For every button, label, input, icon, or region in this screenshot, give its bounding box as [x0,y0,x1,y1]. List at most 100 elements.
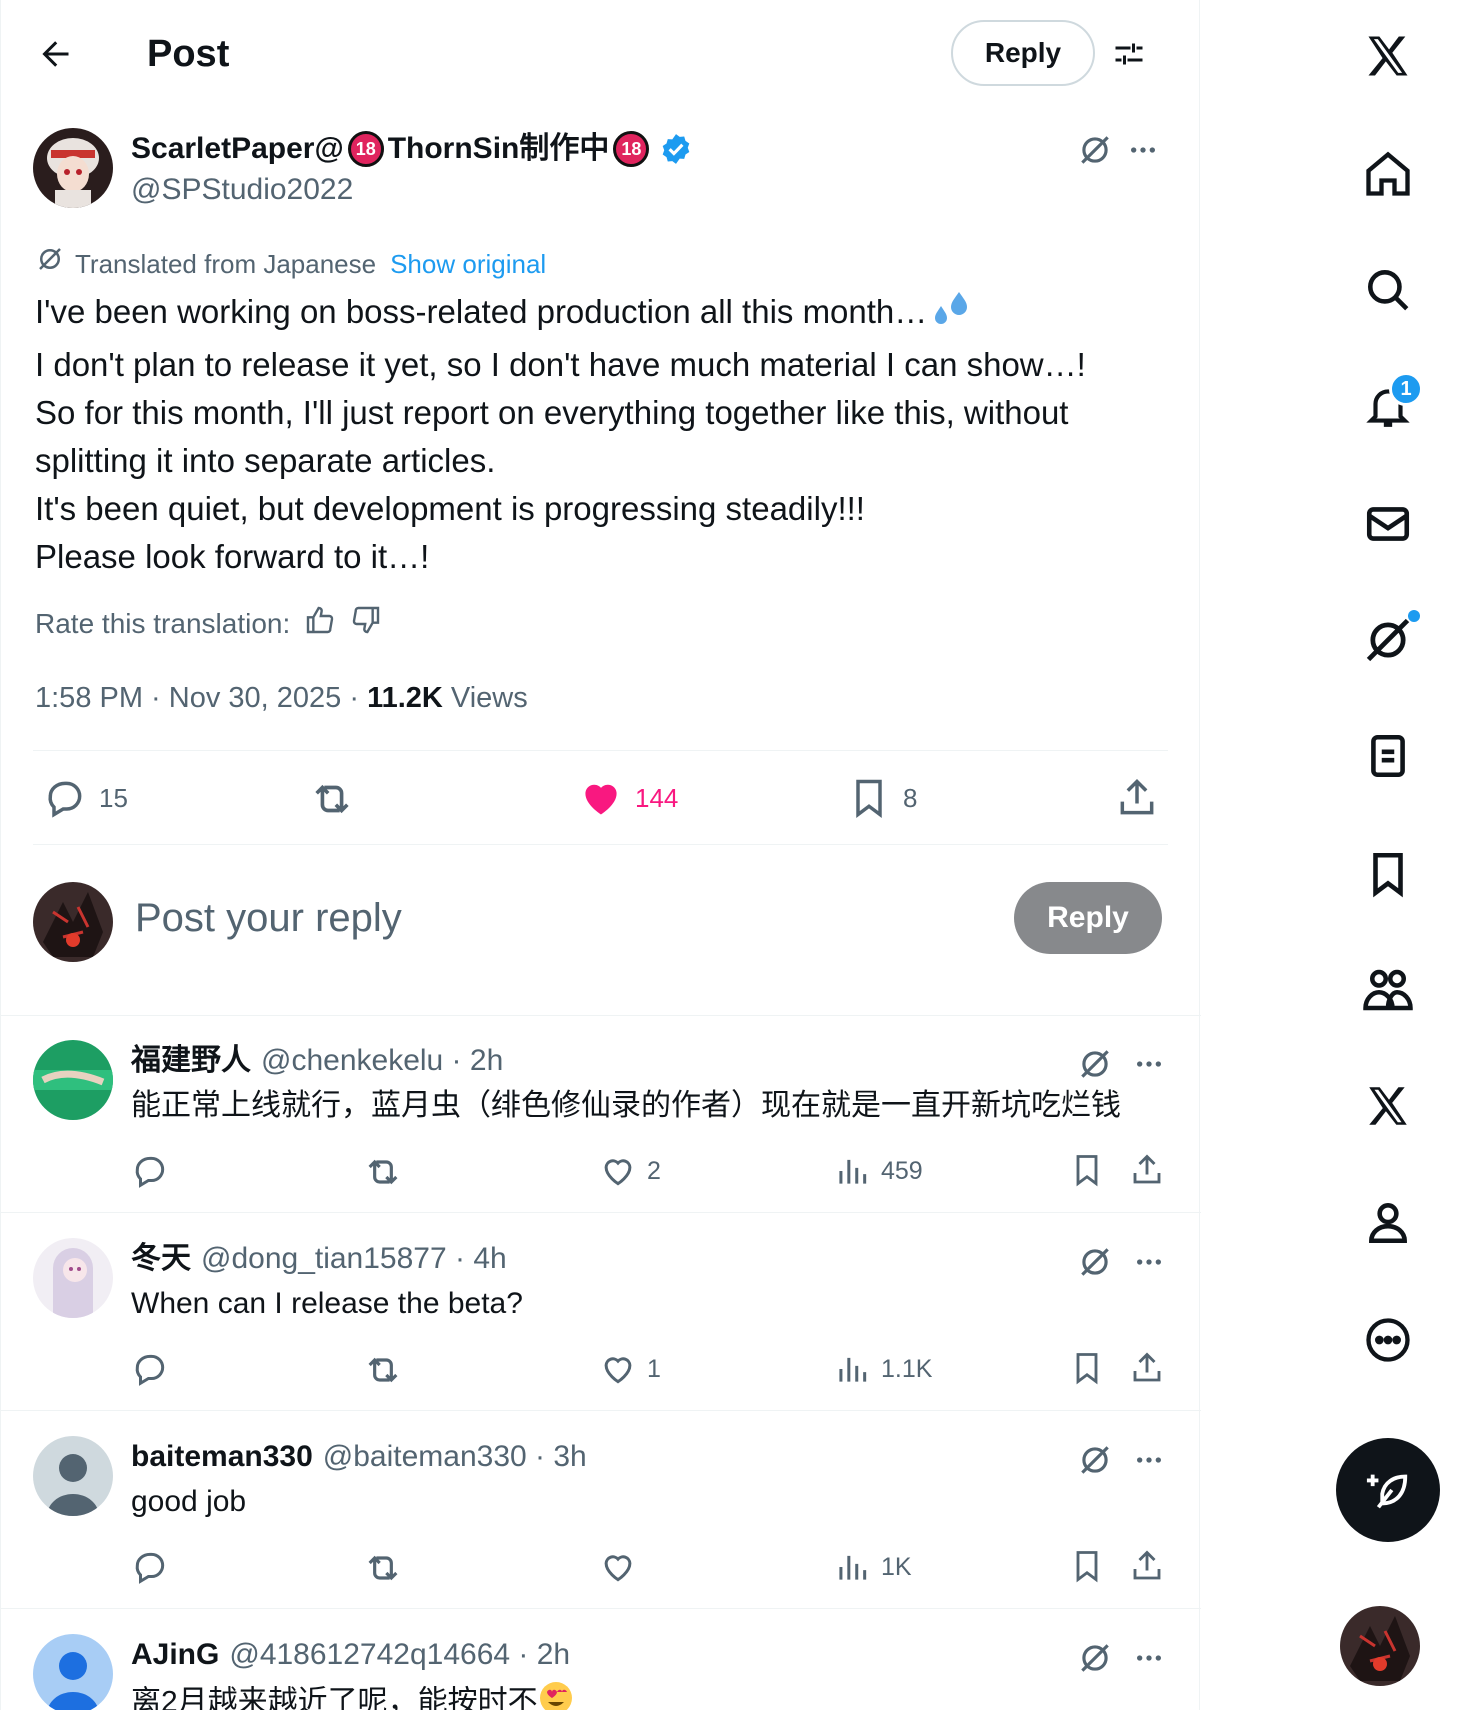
reply-avatar[interactable] [33,1436,113,1516]
thumbs-down-icon[interactable] [350,604,382,643]
reply-meta[interactable]: @baiteman330 · 3h [323,1438,587,1476]
page-title: Post [147,33,230,75]
more-options-icon[interactable] [1127,1240,1171,1284]
header-reply-button[interactable]: Reply [951,20,1095,86]
reply-item[interactable]: AJinG @418612742q14664 · 2h 离2月越来越近了呢，能按… [1,1622,1201,1710]
bookmark-action[interactable]: 8 [847,776,917,820]
more-options-icon[interactable] [1127,128,1159,172]
reply-meta[interactable]: @418612742q14664 · 2h [229,1636,570,1674]
rate-translation: Rate this translation: [35,604,382,643]
reply-action[interactable] [131,1548,169,1586]
bookmark-icon [1076,1551,1098,1583]
reply-actions: 1 1.1K [1,1350,1201,1394]
like-action[interactable]: 144 [579,776,678,820]
author-name-part1: ScarletPaper@ [131,132,344,165]
show-original-link[interactable]: Show original [390,246,546,282]
views-action[interactable]: 1K [833,1548,912,1586]
reply-action[interactable] [131,1350,169,1388]
reply-author-name[interactable]: baiteman330 [131,1438,313,1476]
repost-icon [368,1159,398,1185]
share-icon [1120,779,1154,815]
sliders-icon[interactable] [1105,30,1153,78]
compose-reply-button[interactable]: Reply [1014,882,1162,954]
lists-icon[interactable] [1360,728,1416,784]
reply-avatar[interactable] [33,1040,113,1120]
profile-icon[interactable] [1360,1194,1416,1250]
post-timestamp[interactable]: 1:58 PM · Nov 30, 2025 · [35,682,367,714]
grok-icon[interactable] [1360,612,1416,668]
thumbs-up-icon[interactable] [304,604,336,643]
repost-action[interactable] [363,1350,403,1390]
messages-mail-icon[interactable] [1360,496,1416,552]
bookmark-action[interactable] [1069,1548,1105,1584]
author-name[interactable]: ScarletPaper@ 18 ThornSin制作中 18 [131,130,693,168]
account-avatar[interactable] [1340,1606,1420,1686]
x-logo-icon[interactable] [1360,28,1416,84]
grok-icon[interactable] [1073,1636,1117,1680]
post-line: splitting it into separate articles. [35,442,496,479]
reply-item[interactable]: 福建野人 @chenkekelu · 2h 能正常上线就行，蓝月虫（绯色修仙录的… [1,1028,1201,1211]
reply-author-name[interactable]: 福建野人 [131,1042,251,1080]
reply-author-name[interactable]: AJinG [131,1636,219,1674]
reply-author-name[interactable]: 冬天 [131,1240,191,1278]
reply-text: 能正常上线就行，蓝月虫（绯色修仙录的作者）现在就是一直开新坑吃烂钱 [131,1089,1121,1122]
grok-icon[interactable] [1073,128,1117,172]
reply-item[interactable]: baiteman330 @baiteman330 · 3h good job 1… [1,1424,1201,1607]
share-action[interactable] [1129,1152,1165,1188]
share-action[interactable] [1129,1350,1165,1386]
reply-bubble-icon [135,1552,165,1584]
my-avatar[interactable] [33,882,113,962]
share-icon [1133,1352,1161,1382]
more-options-icon[interactable] [1127,1636,1171,1680]
views-action[interactable]: 459 [833,1152,923,1190]
like-action[interactable]: 2 [599,1152,661,1190]
grok-icon[interactable] [1073,1042,1117,1086]
views-action[interactable]: 1.1K [833,1350,932,1388]
reply-action[interactable] [131,1152,169,1190]
more-circle-icon[interactable] [1360,1312,1416,1368]
post-line: I've been working on boss-related produc… [35,288,1175,341]
reply-meta[interactable]: @chenkekelu · 2h [261,1042,503,1080]
more-options-icon[interactable] [1127,1438,1171,1482]
author-handle[interactable]: @SPStudio2022 [131,172,353,208]
reply-bubble-icon [135,1156,165,1188]
grok-icon[interactable] [1073,1438,1117,1482]
reply-avatar[interactable] [33,1634,113,1710]
reply-action[interactable]: 15 [43,776,128,820]
age-18-badge-2: 18 [613,131,650,167]
reply-actions: 2 459 [1,1152,1201,1196]
like-action[interactable]: 1 [599,1350,661,1388]
premium-x-icon[interactable] [1360,1078,1416,1134]
bookmarks-icon[interactable] [1360,846,1416,902]
reply-meta[interactable]: @dong_tian15877 · 4h [201,1240,507,1278]
search-icon[interactable] [1360,262,1416,318]
bookmark-action[interactable] [1069,1350,1105,1386]
bookmark-icon [856,779,882,818]
heart-icon [604,1357,632,1384]
divider [1,1015,1201,1016]
bookmark-icon [1076,1155,1098,1187]
reply-item[interactable]: 冬天 @dong_tian15877 · 4h When can I relea… [1,1226,1201,1409]
share-action[interactable] [1115,776,1159,820]
views-chart-icon [839,1159,867,1184]
reply-avatar[interactable] [33,1238,113,1318]
divider [1,1410,1201,1411]
grok-icon[interactable] [1073,1240,1117,1284]
share-icon [1133,1550,1161,1580]
repost-action[interactable] [309,776,355,822]
communities-icon[interactable] [1360,962,1416,1018]
more-options-icon[interactable] [1127,1042,1171,1086]
repost-action[interactable] [363,1152,403,1192]
main-column: Post Reply ScarletPaper@ 18 ThornSin制作中 … [0,0,1201,1710]
bookmark-action[interactable] [1069,1152,1105,1188]
home-icon[interactable] [1360,146,1416,202]
nav-rail [1200,0,1476,1710]
compose-post-button[interactable] [1336,1438,1440,1542]
author-avatar[interactable] [33,128,113,208]
reply-text: When can I release the beta? [131,1287,523,1320]
like-action[interactable] [599,1548,647,1586]
share-action[interactable] [1129,1548,1165,1584]
back-arrow-icon[interactable] [31,30,79,78]
repost-action[interactable] [363,1548,403,1588]
reply-input[interactable]: Post your reply [135,892,402,944]
